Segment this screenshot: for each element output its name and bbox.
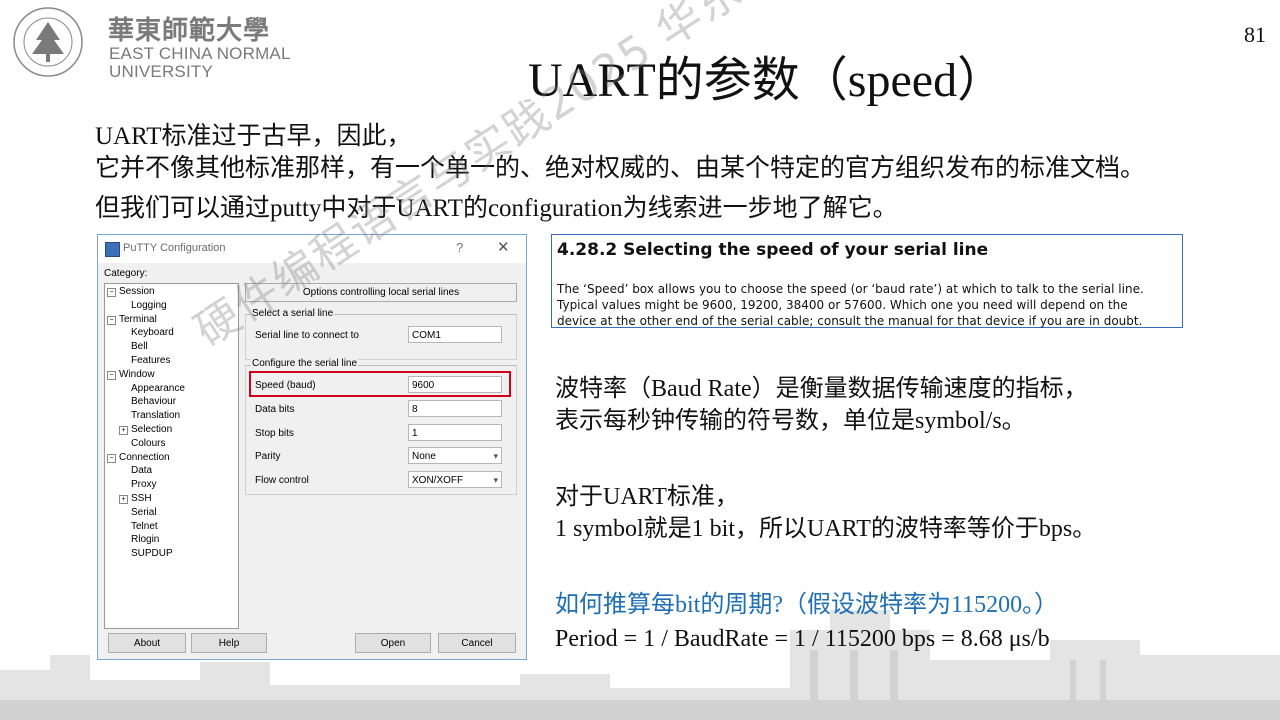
chevron-down-icon: ▾ [493, 451, 498, 461]
slide-title: UART的参数（speed） [528, 54, 1006, 107]
collapse-icon[interactable]: − [107, 370, 116, 380]
tree-item-window[interactable]: Window [119, 369, 155, 380]
uart-note-2: 1 symbol就是1 bit，所以UART的波特率等价于bps。 [555, 516, 1097, 542]
stopbits-label: Stop bits [255, 428, 294, 439]
tree-item-features[interactable]: Features [131, 355, 170, 366]
parity-label: Parity [255, 451, 281, 462]
tree-item-connection[interactable]: Connection [119, 452, 170, 463]
university-logo: 華東師範大學 EAST CHINA NORMAL UNIVERSITY [12, 6, 302, 86]
collapse-icon[interactable]: − [107, 453, 116, 463]
tree-item-appearance[interactable]: Appearance [131, 383, 185, 394]
doc-heading: 4.28.2 Selecting the speed of your seria… [557, 240, 989, 260]
tree-item-behaviour[interactable]: Behaviour [131, 396, 176, 407]
databits-label: Data bits [255, 404, 295, 415]
expand-icon[interactable]: + [119, 426, 128, 435]
uart-note-1: 对于UART标准， [555, 484, 739, 510]
tree-item-terminal[interactable]: Terminal [119, 314, 157, 325]
serial-line-label: Serial line to connect to [255, 330, 359, 341]
tree-item-session[interactable]: Session [119, 286, 155, 297]
doc-paragraph-line-1: The ‘Speed’ box allows you to choose the… [557, 282, 1144, 296]
flow-control-label: Flow control [255, 475, 309, 486]
help-icon[interactable]: ? [456, 240, 463, 255]
baud-rate-definition-2: 表示每秒钟传输的符号数，单位是symbol/s。 [555, 408, 1026, 434]
logo-english-line1: EAST CHINA NORMAL [109, 44, 291, 63]
stopbits-input[interactable]: 1 [408, 424, 502, 441]
about-button[interactable]: About [108, 633, 186, 653]
intro-line-1: UART标准过于古早，因此， [95, 123, 412, 150]
serial-line-input[interactable]: COM1 [408, 326, 502, 343]
collapse-icon[interactable]: − [107, 315, 116, 325]
tree-item-telnet[interactable]: Telnet [131, 521, 158, 532]
putty-doc-excerpt: 4.28.2 Selecting the speed of your seria… [551, 234, 1183, 328]
tree-item-colours[interactable]: Colours [131, 438, 165, 449]
period-formula: Period = 1 / BaudRate = 1 / 115200 bps =… [555, 626, 1050, 652]
intro-line-2: 它并不像其他标准那样，有一个单一的、绝对权威的、由某个特定的官方组织发布的标准文… [95, 155, 1146, 182]
chevron-down-icon: ▾ [493, 475, 498, 485]
intro-line-3: 但我们可以通过putty中对于UART的configuration为线索进一步地… [95, 195, 898, 222]
tree-item-selection[interactable]: Selection [131, 424, 172, 435]
tree-item-logging[interactable]: Logging [131, 300, 167, 311]
databits-input[interactable]: 8 [408, 400, 502, 417]
speed-highlight-box [249, 371, 511, 397]
logo-english-line2: UNIVERSITY [109, 62, 214, 81]
parity-value: None [412, 451, 436, 462]
category-tree[interactable]: Session − Logging Terminal − Keyboard Bell Feat… [104, 283, 239, 629]
category-label: Category: [104, 268, 148, 279]
tree-item-supdup[interactable]: SUPDUP [131, 548, 173, 559]
putty-configuration-window: PuTTY Configuration ? ✕ Category: Sessio… [97, 234, 527, 660]
tree-item-data[interactable]: Data [131, 465, 152, 476]
help-button[interactable]: Help [191, 633, 267, 653]
slide-number: 81 [1244, 22, 1266, 47]
parity-select[interactable]: None ▾ [408, 447, 502, 464]
flow-control-value: XON/XOFF [412, 475, 464, 486]
doc-paragraph-line-3: device at the other end of the serial ca… [557, 314, 1143, 328]
logo-chinese-name: 華東師範大學 [108, 16, 271, 46]
tree-item-proxy[interactable]: Proxy [131, 479, 157, 490]
serial-options-panel: Options controlling local serial lines S… [245, 283, 517, 623]
select-serial-group-title: Select a serial line [251, 308, 335, 319]
university-seal-icon [13, 7, 83, 77]
tree-item-ssh[interactable]: SSH [131, 493, 152, 504]
tree-item-keyboard[interactable]: Keyboard [131, 327, 174, 338]
putty-app-icon [105, 242, 120, 257]
tree-item-rlogin[interactable]: Rlogin [131, 534, 159, 545]
period-question: 如何推算每bit的周期?（假设波特率为115200。） [555, 592, 1059, 618]
flow-control-select[interactable]: XON/XOFF ▾ [408, 471, 502, 488]
configure-serial-group-title: Configure the serial line [251, 358, 359, 369]
panel-header: Options controlling local serial lines [245, 283, 517, 302]
baud-rate-definition-1: 波特率（Baud Rate）是衡量数据传输速度的指标， [555, 376, 1088, 402]
putty-titlebar: PuTTY Configuration ? ✕ [98, 235, 526, 263]
tree-item-bell[interactable]: Bell [131, 341, 148, 352]
collapse-icon[interactable]: − [107, 288, 116, 297]
doc-paragraph-line-2: Typical values might be 9600, 19200, 384… [557, 298, 1128, 312]
cancel-button[interactable]: Cancel [438, 633, 516, 653]
tree-item-serial[interactable]: Serial [131, 507, 157, 518]
expand-icon[interactable]: + [119, 495, 128, 504]
putty-window-title: PuTTY Configuration [123, 242, 226, 254]
open-button[interactable]: Open [355, 633, 431, 653]
close-icon[interactable]: ✕ [497, 238, 510, 256]
tree-item-translation[interactable]: Translation [131, 410, 180, 421]
